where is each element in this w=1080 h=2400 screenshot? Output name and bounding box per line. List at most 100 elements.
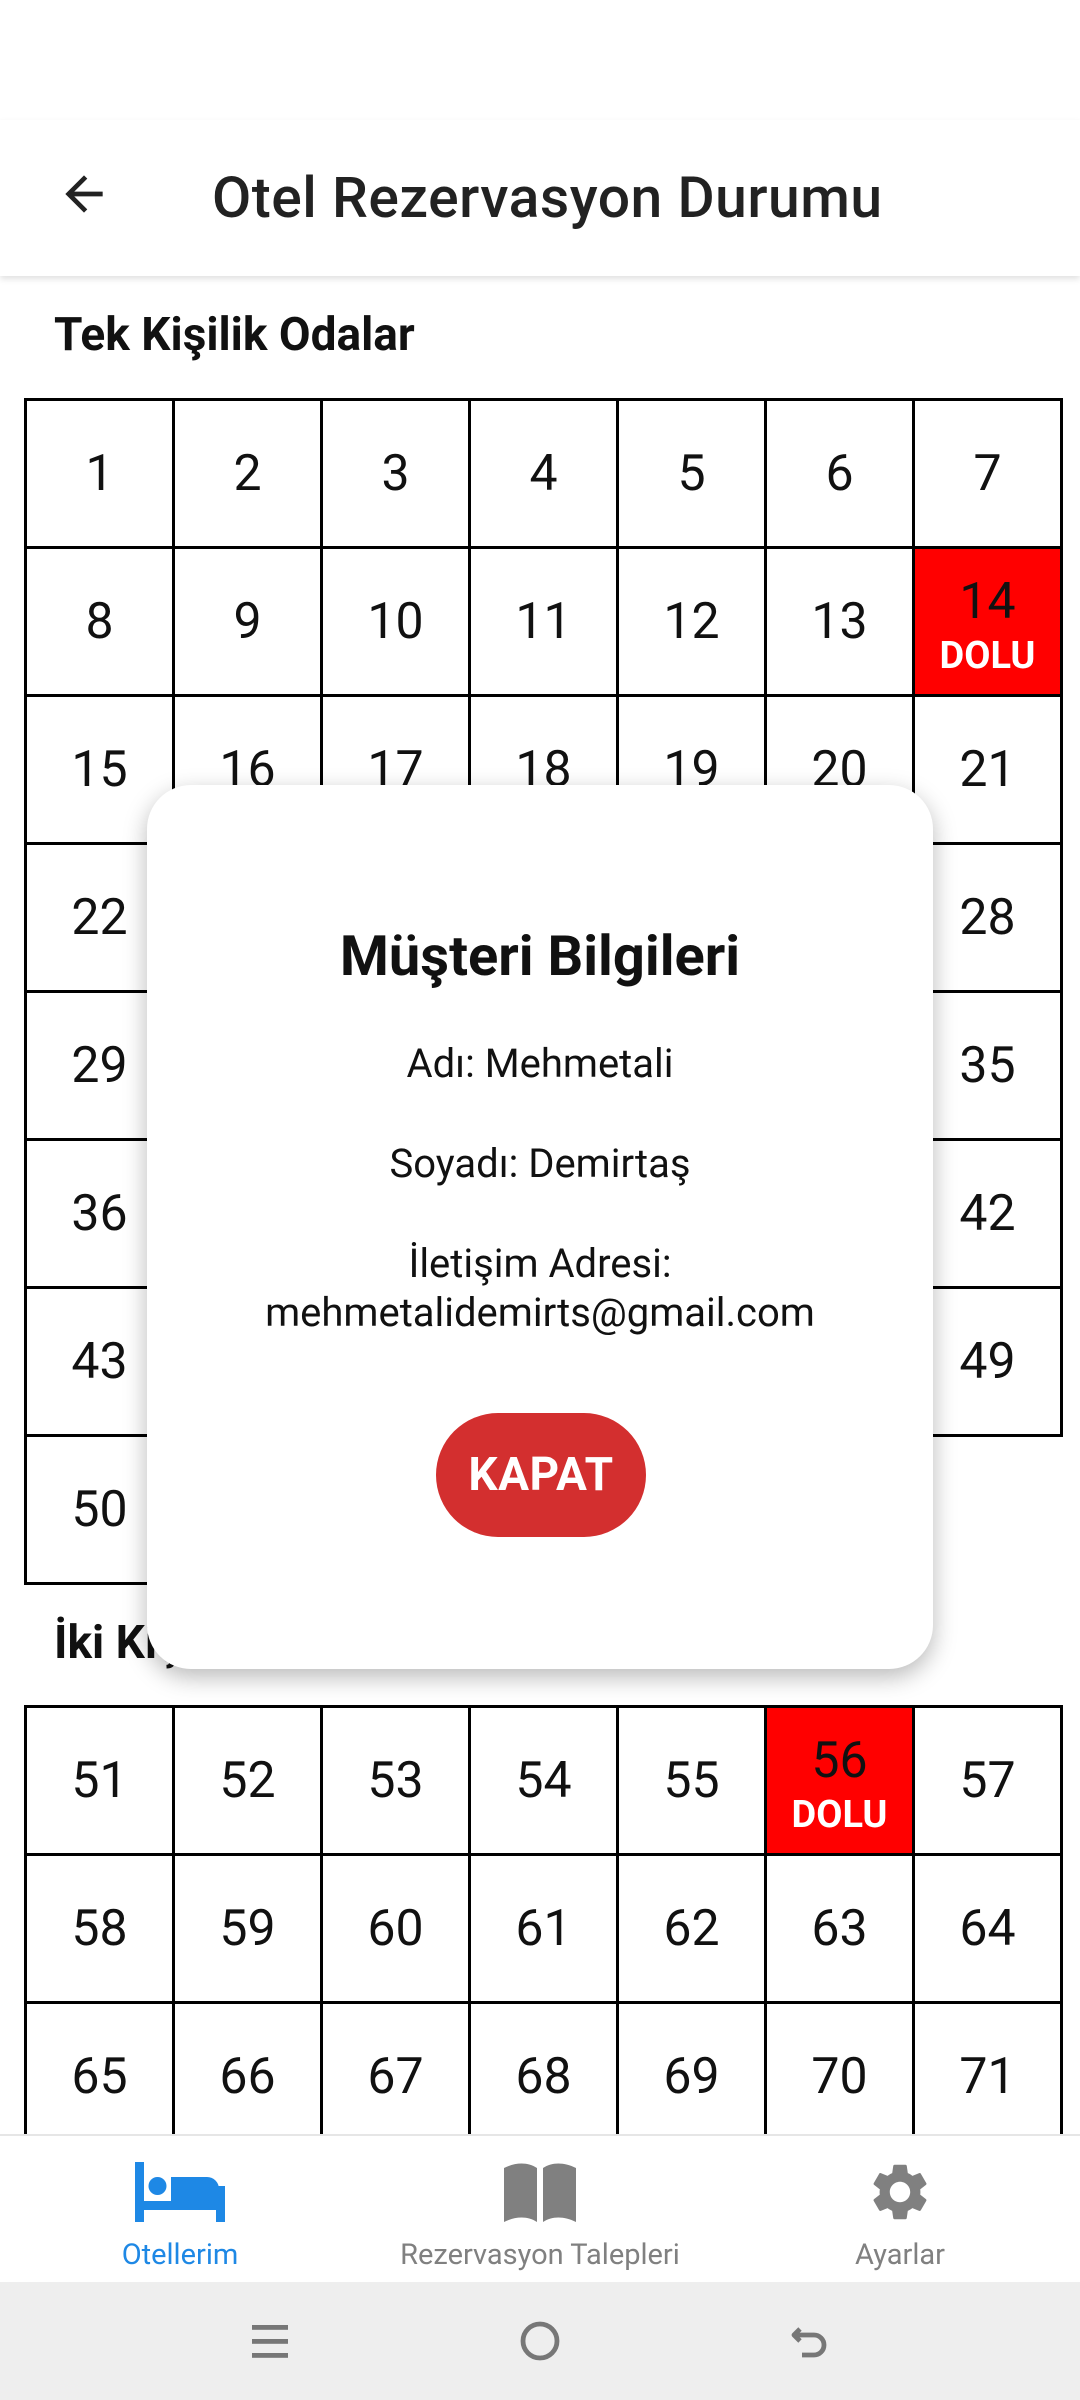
room-cell[interactable]: 53	[323, 1708, 471, 1856]
room-cell[interactable]: 5	[619, 401, 767, 549]
room-cell[interactable]: 6	[767, 401, 915, 549]
nav-item-settings[interactable]: Ayarlar	[800, 2136, 1000, 2284]
nav-label-hotels: Otellerim	[121, 2238, 239, 2272]
room-number: 70	[811, 2047, 868, 2106]
room-cell[interactable]: 51	[27, 1708, 175, 1856]
room-number: 49	[959, 1332, 1016, 1391]
room-cell[interactable]: 13	[767, 549, 915, 697]
back-button[interactable]	[44, 154, 124, 234]
room-cell[interactable]: 11	[471, 549, 619, 697]
room-number: 58	[71, 1899, 128, 1958]
room-cell[interactable]: 2	[175, 401, 323, 549]
gear-icon	[873, 2164, 927, 2220]
full-badge: DOLU	[791, 1792, 888, 1837]
room-cell[interactable]: 67	[323, 2004, 471, 2134]
room-number: 52	[219, 1751, 276, 1810]
room-number: 69	[663, 2047, 720, 2106]
room-cell[interactable]: 59	[175, 1856, 323, 2004]
room-cell[interactable]: 61	[471, 1856, 619, 2004]
room-cell[interactable]: 71	[915, 2004, 1063, 2134]
customer-info-dialog: Müşteri Bilgileri Adı: Mehmetali Soyadı:…	[147, 785, 933, 1669]
room-cell[interactable]: 14 DOLU	[915, 549, 1063, 697]
room-cell[interactable]: 8	[27, 549, 175, 697]
room-cell[interactable]: 57	[915, 1708, 1063, 1856]
room-number: 8	[85, 592, 114, 651]
recent-apps-button[interactable]	[230, 2304, 310, 2378]
room-number: 13	[811, 592, 868, 651]
section-title-single: Tek Kişilik Odalar	[54, 308, 415, 362]
room-cell[interactable]: 68	[471, 2004, 619, 2134]
home-button[interactable]	[500, 2304, 580, 2378]
room-cell[interactable]: 28	[915, 845, 1063, 993]
room-cell[interactable]: 60	[323, 1856, 471, 2004]
room-cell[interactable]: 1	[27, 401, 175, 549]
room-number: 36	[71, 1184, 128, 1243]
room-number: 1	[85, 444, 114, 503]
room-cell[interactable]: 12	[619, 549, 767, 697]
room-cell[interactable]: 4	[471, 401, 619, 549]
back-system-button[interactable]	[770, 2304, 850, 2378]
room-cell[interactable]: 56 DOLU	[767, 1708, 915, 1856]
full-badge: DOLU	[939, 633, 1036, 678]
room-number: 59	[219, 1899, 276, 1958]
room-number: 14	[959, 572, 1016, 631]
room-number: 60	[367, 1899, 424, 1958]
nav-item-reservation-requests[interactable]: Rezervasyon Talepleri	[380, 2136, 700, 2284]
room-number: 3	[381, 444, 410, 503]
bed-icon	[135, 2162, 225, 2222]
room-cell[interactable]: 9	[175, 549, 323, 697]
arrow-left-icon	[65, 175, 103, 213]
menu-lines-icon	[252, 2325, 288, 2358]
room-cell[interactable]: 7	[915, 401, 1063, 549]
room-number: 53	[367, 1751, 424, 1810]
room-cell[interactable]: 63	[767, 1856, 915, 2004]
customer-email: mehmetalidemirts@gmail.com	[265, 1289, 815, 1336]
room-number: 68	[515, 2047, 572, 2106]
room-number: 55	[663, 1751, 720, 1810]
room-cell[interactable]: 42	[915, 1141, 1063, 1289]
room-number: 54	[515, 1751, 572, 1810]
room-number: 67	[367, 2047, 424, 2106]
app-bar: Otel Rezervasyon Durumu	[0, 120, 1080, 276]
room-cell[interactable]: 69	[619, 2004, 767, 2134]
room-number: 71	[959, 2047, 1016, 2106]
nav-item-hotels[interactable]: Otellerim	[80, 2136, 280, 2284]
room-number: 66	[219, 2047, 276, 2106]
room-cell[interactable]: 10	[323, 549, 471, 697]
close-button[interactable]: KAPAT	[436, 1413, 646, 1537]
room-cell[interactable]: 54	[471, 1708, 619, 1856]
double-room-grid: 51 52 53 54 55 56 DOLU 57 58 59 60 61 62 63 64 65 66 67 68…	[24, 1705, 1063, 2134]
room-cell[interactable]: 66	[175, 2004, 323, 2134]
room-cell[interactable]: 64	[915, 1856, 1063, 2004]
room-number: 7	[973, 444, 1002, 503]
room-number: 5	[677, 444, 706, 503]
room-number: 63	[811, 1899, 868, 1958]
room-cell[interactable]: 62	[619, 1856, 767, 2004]
room-number: 2	[233, 444, 262, 503]
dialog-title: Müşteri Bilgileri	[339, 923, 741, 989]
room-number: 22	[71, 888, 128, 947]
room-number: 62	[663, 1899, 720, 1958]
room-number: 11	[515, 592, 572, 651]
room-cell[interactable]: 52	[175, 1708, 323, 1856]
customer-surname: Soyadı: Demirtaş	[389, 1140, 691, 1187]
room-cell[interactable]: 55	[619, 1708, 767, 1856]
nav-label-settings: Ayarlar	[855, 2238, 945, 2272]
system-navigation-bar	[0, 2282, 1080, 2400]
room-cell[interactable]: 21	[915, 697, 1063, 845]
room-cell[interactable]: 70	[767, 2004, 915, 2134]
room-cell[interactable]: 58	[27, 1856, 175, 2004]
room-number: 43	[71, 1332, 128, 1391]
room-cell[interactable]: 3	[323, 401, 471, 549]
room-number: 56	[811, 1731, 868, 1790]
room-number: 57	[959, 1751, 1016, 1810]
book-icon	[504, 2163, 576, 2222]
room-cell[interactable]: 65	[27, 2004, 175, 2134]
room-number: 12	[663, 592, 720, 651]
room-number: 64	[959, 1899, 1016, 1958]
room-cell[interactable]: 35	[915, 993, 1063, 1141]
room-cell[interactable]: 49	[915, 1289, 1063, 1437]
room-number: 29	[71, 1036, 128, 1095]
customer-name: Adı: Mehmetali	[406, 1040, 674, 1087]
room-number: 42	[959, 1184, 1016, 1243]
